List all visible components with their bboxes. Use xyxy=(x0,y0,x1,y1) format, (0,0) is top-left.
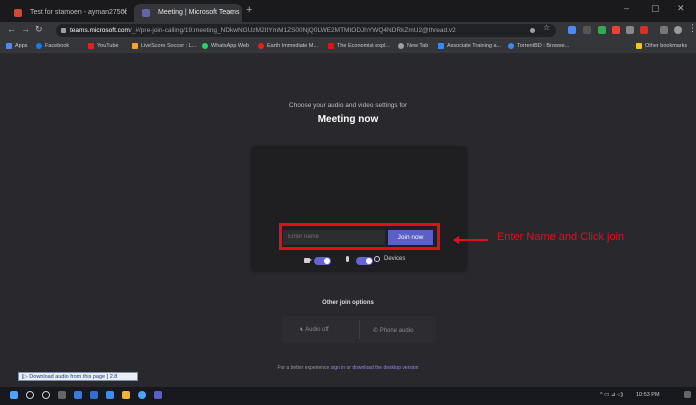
download-desktop-link[interactable]: download the desktop version xyxy=(352,365,418,371)
meeting-title: Meeting now xyxy=(317,114,379,125)
system-tray-icons[interactable]: ^ ▭ ⊿ ◁) xyxy=(600,392,623,398)
windows-taskbar: ^ ▭ ⊿ ◁) 10:53 PM xyxy=(0,387,696,405)
close-tab-icon[interactable]: ✕ xyxy=(227,4,234,22)
forward-icon[interactable]: → xyxy=(21,24,30,34)
minimize-button[interactable]: – xyxy=(624,3,629,13)
annotation-arrow-line xyxy=(458,239,488,241)
extension-icon[interactable] xyxy=(612,26,620,34)
audio-off-option[interactable]: 🔇︎ Audio off xyxy=(300,327,329,334)
microphone-icon xyxy=(346,256,349,262)
tab-strip: Test for stamoen - ayman2750f ✕ Meeting … xyxy=(0,0,696,22)
taskbar-app-icon[interactable] xyxy=(122,391,130,399)
bookmark-economist[interactable]: The Economist expl... xyxy=(328,41,390,51)
url-path: /_#/pre-join-calling/19:meeting_NDkwNGUz… xyxy=(129,27,456,34)
teams-prejoin-page: Choose your audio and video settings for… xyxy=(0,54,696,387)
close-window-button[interactable]: ✕ xyxy=(677,3,685,14)
bookmark-whatsapp[interactable]: WhatsApp Web xyxy=(202,41,249,51)
taskbar-app-icon[interactable] xyxy=(154,391,162,399)
extension-icon[interactable] xyxy=(640,26,648,34)
devices-button[interactable]: Devices xyxy=(384,256,405,262)
video-preview-panel xyxy=(252,147,466,271)
gmail-icon xyxy=(14,9,22,17)
star-icon[interactable]: ☆ xyxy=(543,23,551,32)
taskbar-app-icon[interactable] xyxy=(74,391,82,399)
other-bookmarks[interactable]: Other bookmarks xyxy=(636,41,687,51)
phone-icon: ✆ xyxy=(373,328,380,334)
earth-icon xyxy=(258,43,264,49)
bookmark-associate-training[interactable]: Associate Training a... xyxy=(438,41,501,51)
search-icon[interactable] xyxy=(26,391,34,399)
other-join-options-heading: Other join options xyxy=(322,300,374,306)
notifications-icon[interactable] xyxy=(684,391,691,398)
browser-tab-stamoen[interactable]: Test for stamoen - ayman2750f ✕ xyxy=(6,4,136,22)
cast-icon[interactable] xyxy=(660,26,668,34)
associate-icon xyxy=(438,43,444,49)
taskbar-app-icon[interactable] xyxy=(106,391,114,399)
annotation-label: Enter Name and Click join xyxy=(497,231,625,243)
extension-icon[interactable] xyxy=(626,26,634,34)
better-experience-footer: For a better experience sign in or downl… xyxy=(277,365,419,371)
facebook-icon xyxy=(36,43,42,49)
apps-icon xyxy=(6,43,12,49)
url-host: teams.microsoft.com xyxy=(70,27,130,34)
download-audio-bar[interactable]: [▷ Download audio from this page ] 2.8 xyxy=(18,372,138,381)
bookmark-earth[interactable]: Earth Immediate M... xyxy=(258,41,318,51)
microphone-toggle[interactable] xyxy=(356,257,373,265)
bookmark-youtube[interactable]: YouTube xyxy=(88,41,119,51)
menu-icon[interactable]: ⋮ xyxy=(688,23,696,34)
chrome-icon[interactable] xyxy=(138,391,146,399)
bookmarks-bar: Apps Facebook YouTube LiveScore Soccer :… xyxy=(0,39,696,54)
annotation-highlight-box xyxy=(279,223,440,250)
torrentbd-icon xyxy=(508,43,514,49)
teams-icon xyxy=(142,9,150,17)
settings-gear-icon[interactable] xyxy=(374,256,380,262)
tab-title: Test for stamoen - ayman2750f xyxy=(30,9,127,16)
address-bar-row: ← → ↻ teams.microsoft.com/_#/pre-join-ca… xyxy=(0,22,696,39)
youtube-icon xyxy=(88,43,94,49)
whatsapp-icon xyxy=(202,43,208,49)
extension-icon[interactable] xyxy=(583,26,591,34)
livescore-icon xyxy=(132,43,138,49)
taskbar-app-icon[interactable] xyxy=(90,391,98,399)
sign-in-link[interactable]: sign in xyxy=(331,365,345,371)
bookmark-facebook[interactable]: Facebook xyxy=(36,41,69,51)
bookmark-livescore[interactable]: LiveScore Soccer : L... xyxy=(132,41,196,51)
clock[interactable]: 10:53 PM xyxy=(636,392,660,398)
back-icon[interactable]: ← xyxy=(7,24,16,34)
globe-icon xyxy=(398,43,404,49)
lock-icon xyxy=(61,28,66,33)
key-icon[interactable] xyxy=(530,28,535,33)
bookmark-torrentbd[interactable]: TorrentBD : Browse... xyxy=(508,41,569,51)
url-field[interactable]: teams.microsoft.com/_#/pre-join-calling/… xyxy=(56,24,556,37)
maximize-button[interactable]: ▢ xyxy=(651,3,660,14)
profile-avatar[interactable] xyxy=(674,26,682,34)
folder-icon xyxy=(636,43,642,49)
windows-start-icon[interactable] xyxy=(10,391,18,399)
extension-icon[interactable] xyxy=(598,26,606,34)
economist-icon xyxy=(328,43,334,49)
options-divider xyxy=(359,320,360,339)
camera-icon xyxy=(304,258,312,263)
cortana-icon[interactable] xyxy=(42,391,50,399)
reload-icon[interactable]: ↻ xyxy=(35,24,43,35)
close-tab-icon[interactable]: ✕ xyxy=(121,4,128,22)
extension-icon[interactable] xyxy=(568,26,576,34)
bookmark-new-tab[interactable]: New Tab xyxy=(398,41,428,51)
task-view-icon[interactable] xyxy=(58,391,66,399)
bookmark-apps[interactable]: Apps xyxy=(6,41,28,51)
browser-tab-teams[interactable]: Meeting | Microsoft Teams ✕ xyxy=(134,4,242,22)
camera-toggle[interactable] xyxy=(314,257,331,265)
phone-audio-option[interactable]: ✆ Phone audio xyxy=(373,327,413,334)
prejoin-subtitle: Choose your audio and video settings for xyxy=(288,102,408,109)
new-tab-button[interactable]: + xyxy=(246,4,252,16)
